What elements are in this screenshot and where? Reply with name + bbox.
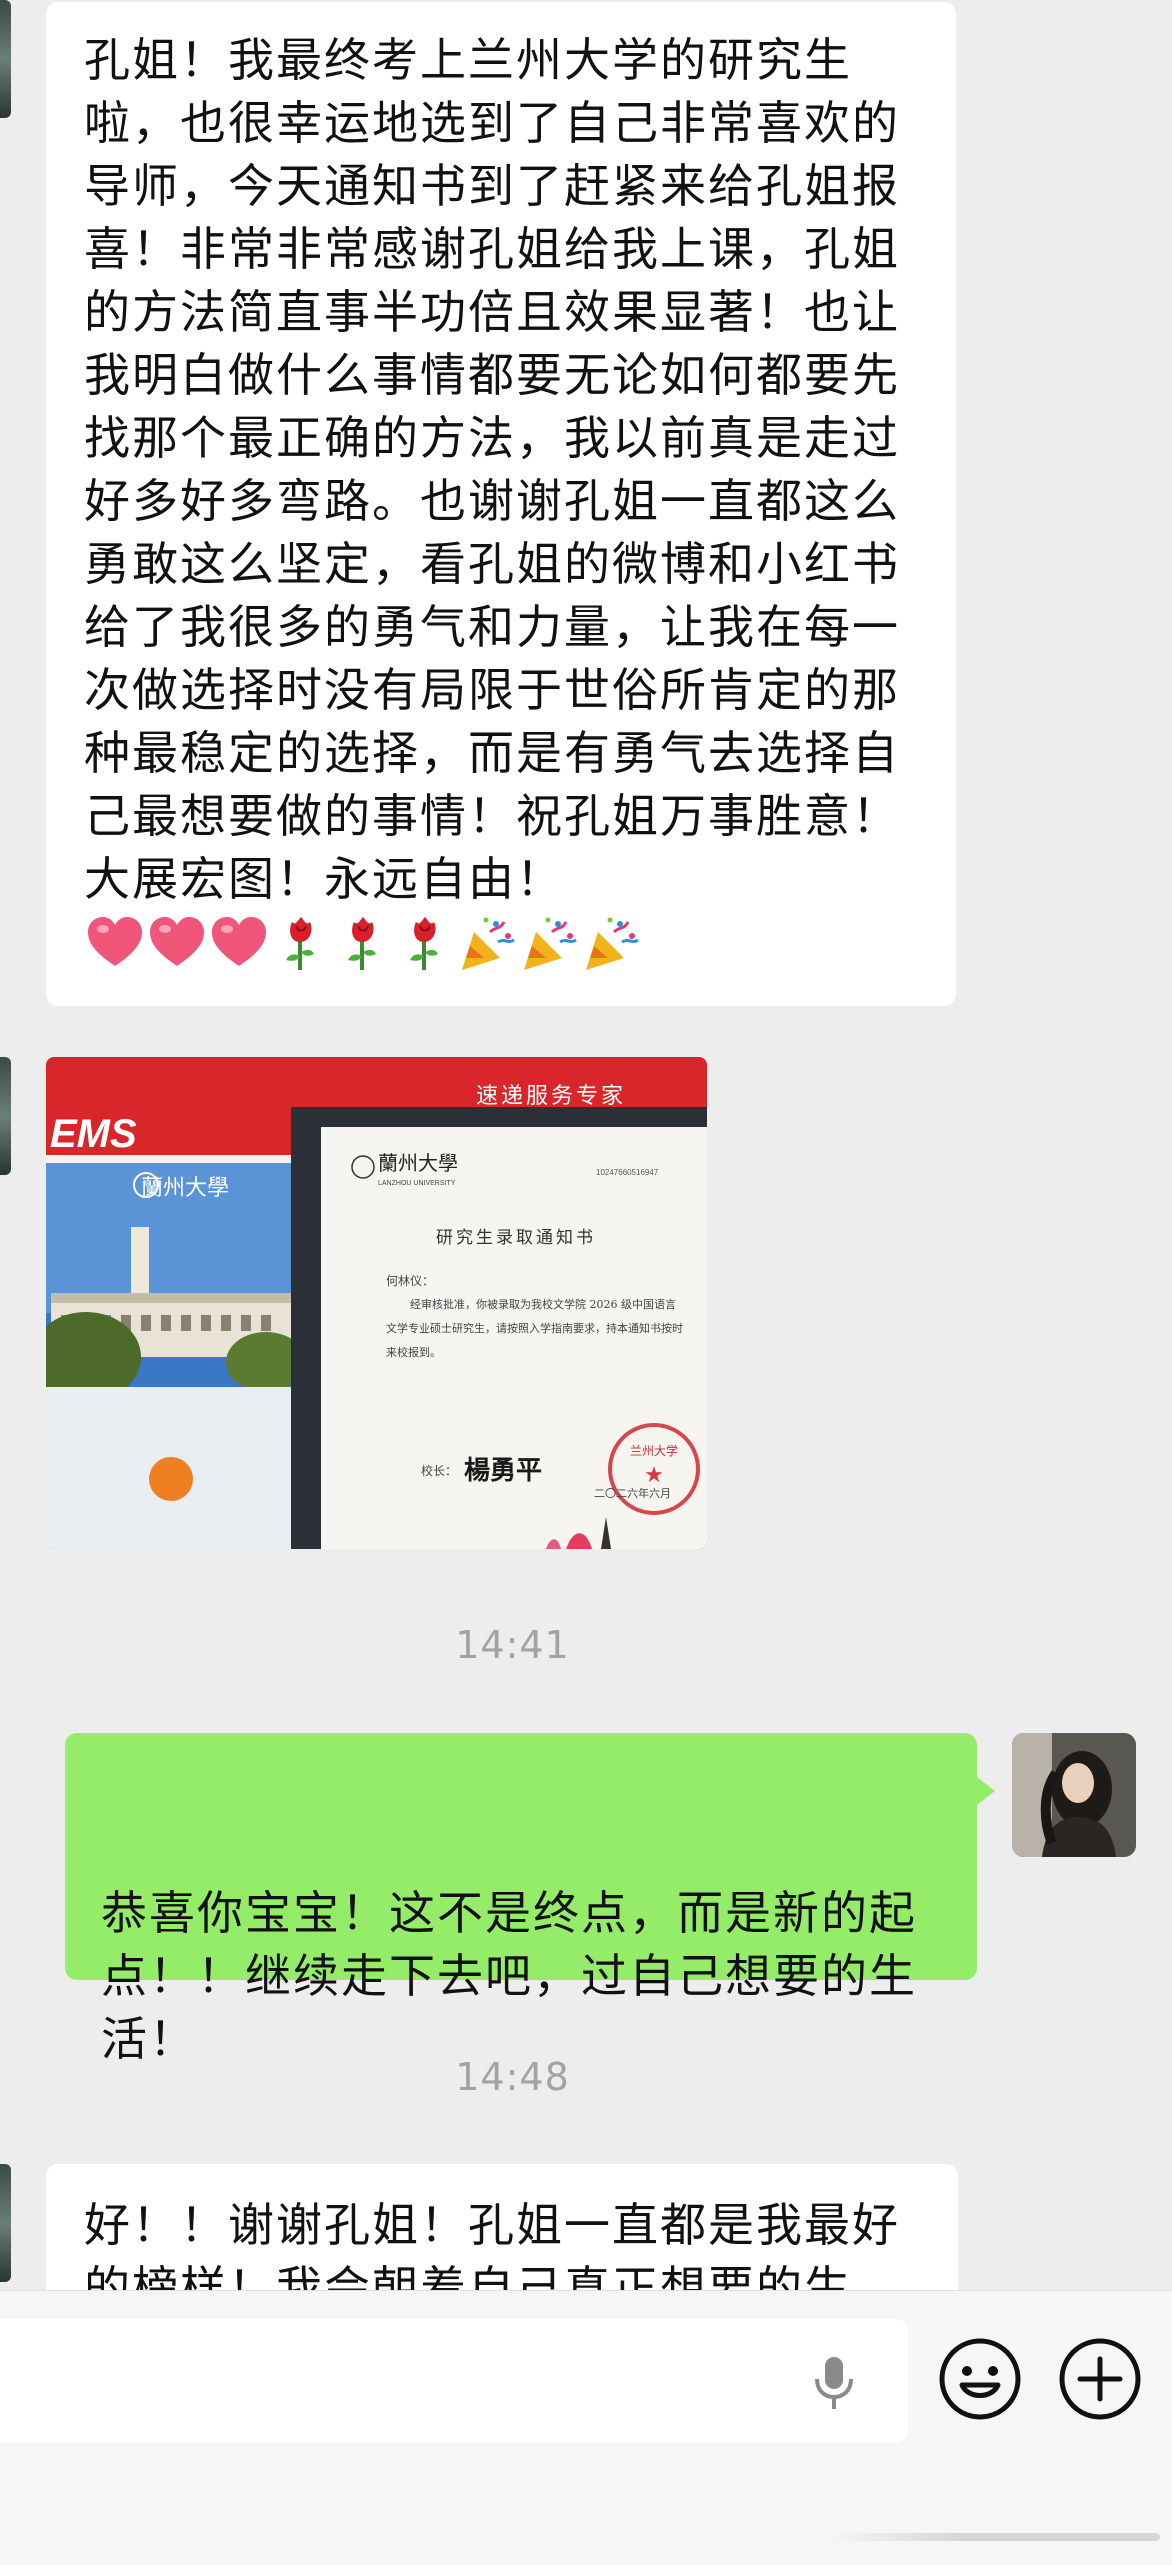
message-timestamp: 14:48 (455, 2055, 570, 2099)
letter-recipient: 何林仪： (386, 1274, 434, 1288)
letter-serial-number: 10247660516947 (596, 1168, 659, 1177)
rose-icon (348, 916, 376, 970)
message-text: 恭喜你宝宝！这不是终点，而是新的起点！！继续走下去吧，过自己想要的生活！ (101, 1886, 917, 2066)
letter-signature-label: 校长： (421, 1463, 457, 1478)
outgoing-message-bubble[interactable]: 恭喜你宝宝！这不是终点，而是新的起点！！继续走下去吧，过自己想要的生活！ (65, 1733, 995, 2066)
brochure-university-name: 蘭州大學 (141, 1176, 229, 1201)
avatar-photo (1012, 1733, 1136, 1857)
contact-avatar[interactable] (0, 0, 11, 118)
chat-input-bar (0, 2290, 1172, 2565)
letter-signature: 楊勇平 (464, 1456, 542, 1486)
home-indicator (830, 2533, 1160, 2541)
emoji-row (84, 911, 920, 974)
heart-icon (150, 916, 204, 966)
contact-avatar[interactable] (0, 2164, 11, 2282)
university-seal-text: 兰州大学 (630, 1443, 678, 1458)
party-popper-icon (586, 917, 639, 970)
message-text: 孔姐！我最终考上兰州大学的研究生啦，也很幸运地选到了自己非常喜欢的导师，今天通知… (84, 33, 900, 906)
microphone-icon[interactable] (812, 2355, 856, 2411)
ems-logo: EMS (50, 1112, 137, 1156)
incoming-message-bubble[interactable]: 好！！谢谢孔姐！孔姐一直都是我最好的榜样！我会朝着自己真正想要的生 (46, 2164, 958, 2290)
letter-body: 经审核批准，你被录取为我校文学院 2026 级中国语言文学专业硕士研究生，请按照… (386, 1298, 683, 1359)
letter-university-name-en: LANZHOU UNIVERSITY (378, 1180, 456, 1187)
svg-text:★: ★ (644, 1463, 664, 1488)
letter-date: 二〇二六年六月 (594, 1486, 671, 1500)
message-text: 好！！谢谢孔姐！孔姐一直都是我最好的榜样！我会朝着自己真正想要的生 (84, 2198, 900, 2290)
rose-icon (286, 916, 314, 970)
ems-banner-text: 速递服务专家 (476, 1083, 626, 1108)
message-input[interactable] (0, 2319, 908, 2443)
letter-university-name: 蘭州大學 (378, 1151, 458, 1175)
admission-letter-photo: 速递服务专家 EMS 蘭州大學 蘭州大學 LANZHOU UNIVERSITY … (46, 1057, 707, 1549)
my-avatar[interactable] (1012, 1733, 1136, 1857)
rose-icon (410, 916, 438, 970)
heart-icon (212, 916, 266, 966)
message-timestamp: 14:41 (455, 1623, 570, 1667)
contact-avatar[interactable] (0, 1057, 11, 1175)
plus-circle-icon[interactable] (1058, 2337, 1142, 2421)
letter-body-container: 经审核批准，你被录取为我校文学院 2026 级中国语言文学专业硕士研究生，请按照… (386, 1298, 683, 1359)
party-popper-icon (524, 917, 577, 970)
party-popper-icon (462, 917, 515, 970)
image-message[interactable]: 速递服务专家 EMS 蘭州大學 蘭州大學 LANZHOU UNIVERSITY … (46, 1057, 707, 1549)
letter-title: 研究生录取通知书 (436, 1228, 596, 1248)
incoming-message-bubble[interactable]: 孔姐！我最终考上兰州大学的研究生啦，也很幸运地选到了自己非常喜欢的导师，今天通知… (46, 2, 956, 1006)
chat-history[interactable]: 孔姐！我最终考上兰州大学的研究生啦，也很幸运地选到了自己非常喜欢的导师，今天通知… (0, 0, 1172, 2290)
heart-icon (88, 916, 142, 966)
smiley-icon[interactable] (938, 2337, 1022, 2421)
